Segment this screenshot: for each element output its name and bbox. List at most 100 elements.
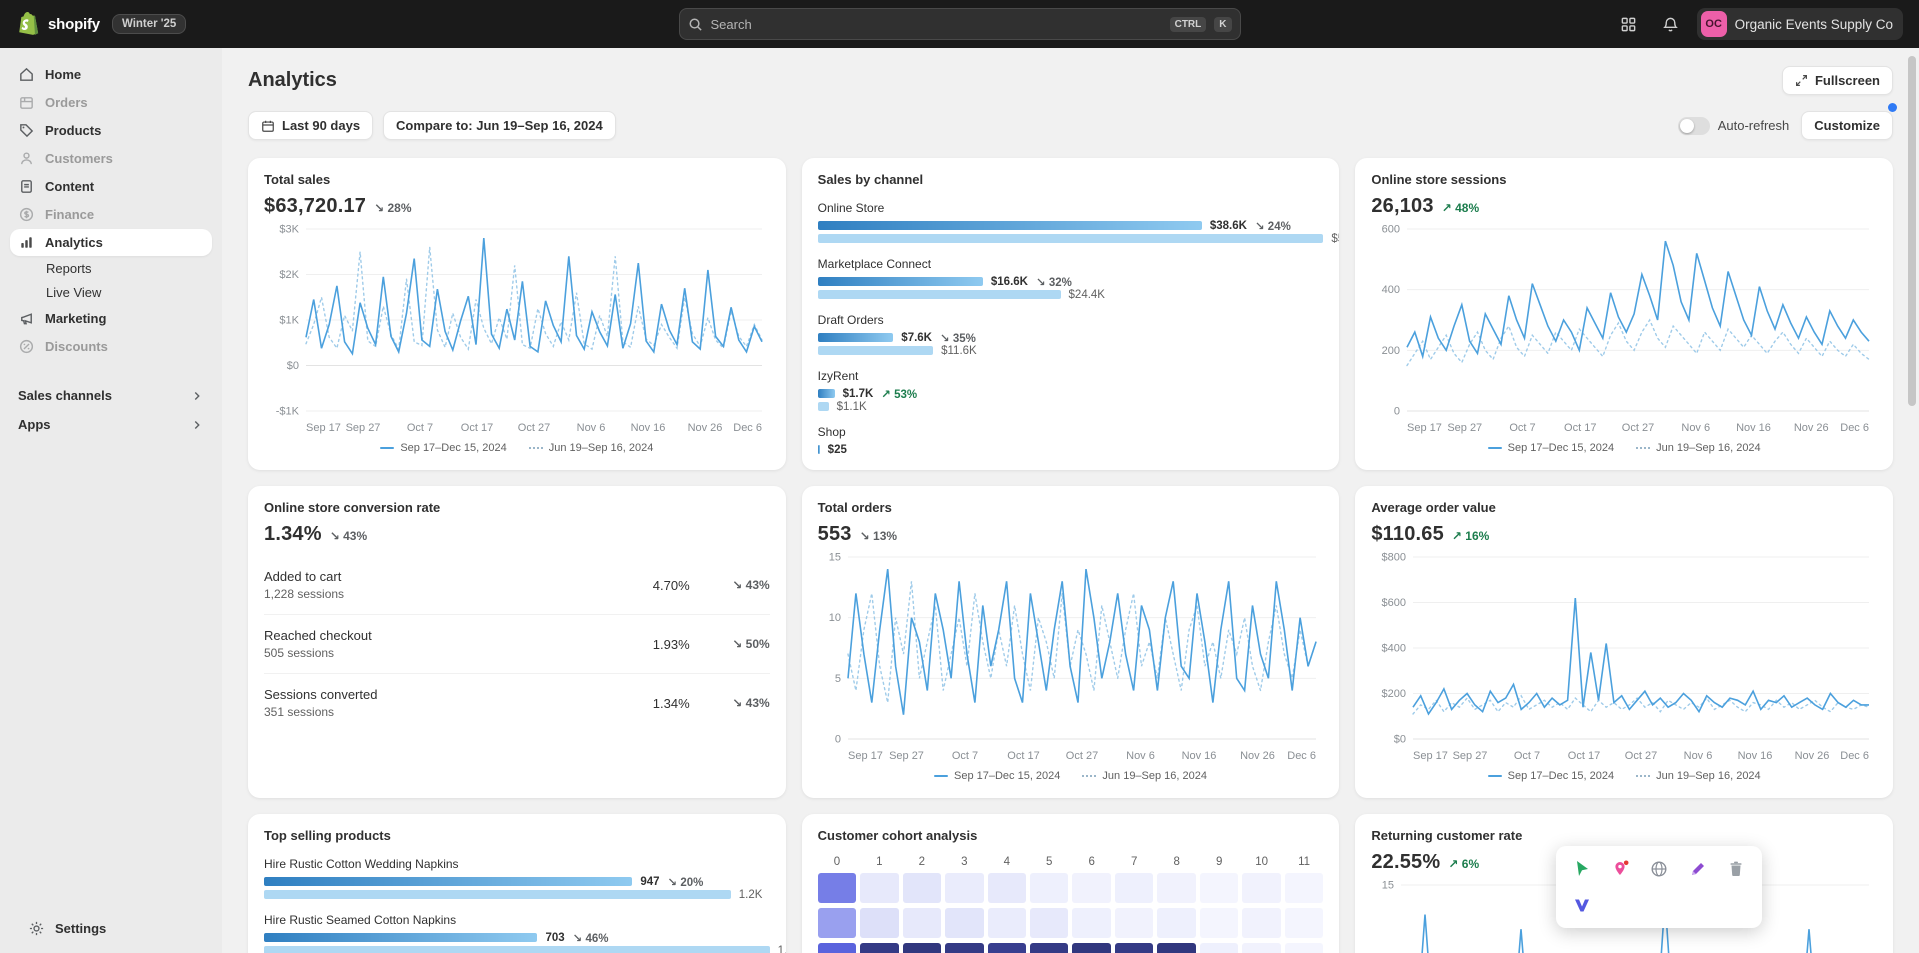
auto-refresh-toggle[interactable]	[1678, 117, 1710, 135]
sidebar-item-home[interactable]: Home	[10, 61, 212, 88]
cohort-cell[interactable]	[1200, 873, 1238, 903]
previous-bar-line: $24.4K	[818, 288, 1324, 301]
search-input[interactable]: Search CTRL K	[679, 8, 1241, 40]
cohort-cell[interactable]	[1157, 873, 1195, 903]
cohort-cell[interactable]	[1157, 943, 1195, 953]
fullscreen-button[interactable]: Fullscreen	[1782, 66, 1893, 95]
customers-icon	[18, 150, 35, 167]
sidebar-item-products[interactable]: Products	[10, 117, 212, 144]
version-badge[interactable]: Winter '25	[112, 14, 186, 34]
card-title[interactable]: Average order value	[1371, 500, 1877, 515]
date-range-label: Last 90 days	[282, 118, 360, 133]
cohort-cell[interactable]	[903, 908, 941, 938]
analytics-icon	[18, 234, 35, 251]
sidebar-item-customers[interactable]: Customers	[10, 145, 212, 172]
cohort-cell[interactable]	[1285, 908, 1323, 938]
cohort-cell[interactable]	[1030, 943, 1068, 953]
cohort-cell[interactable]	[818, 943, 856, 953]
account-menu[interactable]: OC Organic Events Supply Co	[1697, 8, 1903, 40]
cohort-cell[interactable]	[860, 943, 898, 953]
cohort-cell[interactable]	[1072, 873, 1110, 903]
sidebar-section-sales-channels[interactable]: Sales channels	[10, 382, 212, 409]
sidebar-item-discounts[interactable]: Discounts	[10, 333, 212, 360]
cohort-cell[interactable]	[1030, 873, 1068, 903]
card-title[interactable]: Online store conversion rate	[264, 500, 770, 515]
previous-period-marker	[1082, 775, 1096, 777]
card-title[interactable]: Online store sessions	[1371, 172, 1877, 187]
vertical-scrollbar[interactable]	[1908, 56, 1916, 406]
cohort-cell[interactable]	[860, 873, 898, 903]
cohort-cell[interactable]	[818, 873, 856, 903]
cohort-cell[interactable]	[988, 908, 1026, 938]
sidebar-item-label: Products	[45, 123, 101, 138]
globe-icon[interactable]	[1642, 853, 1676, 885]
cohort-cell[interactable]	[945, 873, 983, 903]
previous-bar	[818, 402, 829, 411]
cohort-cell[interactable]	[1157, 908, 1195, 938]
sidebar-item-settings[interactable]: Settings	[20, 915, 202, 942]
content-icon	[18, 178, 35, 195]
card-title[interactable]: Total sales	[264, 172, 770, 187]
sessions-chart: 6004002000Sep 17Sep 27Oct 7Oct 17Oct 27N…	[1371, 222, 1877, 435]
cohort-cell[interactable]	[1115, 873, 1153, 903]
cohort-cell[interactable]	[860, 908, 898, 938]
cohort-cell[interactable]	[1030, 908, 1068, 938]
current-bar-line: $1.7K↗ 53%	[818, 387, 1324, 400]
cohort-cell[interactable]	[1200, 943, 1238, 953]
cohort-cell[interactable]	[1200, 908, 1238, 938]
cohort-cell[interactable]	[1072, 943, 1110, 953]
card-title[interactable]: Returning customer rate	[1371, 828, 1877, 843]
card-title[interactable]: Customer cohort analysis	[818, 828, 1324, 843]
card-title[interactable]: Total orders	[818, 500, 1324, 515]
cohort-cell[interactable]	[945, 908, 983, 938]
sidebar-item-label: Live View	[46, 285, 101, 300]
pen-icon[interactable]	[1681, 853, 1715, 885]
cohort-cell[interactable]	[1072, 908, 1110, 938]
sidebar-item-live-view[interactable]: Live View	[10, 281, 212, 304]
sidebar-item-finance[interactable]: Finance	[10, 201, 212, 228]
cohort-cell[interactable]	[818, 908, 856, 938]
notifications-bell-icon[interactable]	[1655, 8, 1687, 40]
extension-logo-icon[interactable]	[1565, 889, 1599, 921]
cohort-row	[818, 943, 1324, 953]
svg-text:Nov 6: Nov 6	[1684, 750, 1713, 762]
shopify-wordmark: shopify	[48, 16, 100, 33]
sidebar-item-orders[interactable]: Orders	[10, 89, 212, 116]
cohort-cell[interactable]	[903, 943, 941, 953]
pin-icon[interactable]	[1604, 853, 1638, 885]
shopify-logo[interactable]: shopify	[16, 11, 100, 37]
customize-button[interactable]: Customize	[1801, 111, 1893, 140]
date-range-button[interactable]: Last 90 days	[248, 111, 373, 140]
sidebar-section-apps[interactable]: Apps	[10, 411, 212, 438]
card-title[interactable]: Top selling products	[264, 828, 770, 843]
card-title[interactable]: Sales by channel	[818, 172, 1324, 187]
sidebar-item-reports[interactable]: Reports	[10, 257, 212, 280]
store-name: Organic Events Supply Co	[1735, 17, 1893, 32]
cohort-cell[interactable]	[1115, 943, 1153, 953]
cohort-cell[interactable]	[1115, 908, 1153, 938]
cursor-icon[interactable]	[1565, 853, 1599, 885]
cohort-cell[interactable]	[988, 943, 1026, 953]
apps-grid-icon[interactable]	[1613, 8, 1645, 40]
svg-text:-$1K: -$1K	[276, 406, 300, 418]
trash-icon[interactable]	[1719, 853, 1753, 885]
cohort-cell[interactable]	[988, 873, 1026, 903]
topbar: shopify Winter '25 Search CTRL K OC Orga…	[0, 0, 1919, 48]
cohort-cell[interactable]	[1242, 943, 1280, 953]
funnel-step-sessions: 505 sessions	[264, 646, 580, 660]
cohort-cell[interactable]	[1242, 908, 1280, 938]
sidebar-item-marketing[interactable]: Marketing	[10, 305, 212, 332]
sidebar-item-content[interactable]: Content	[10, 173, 212, 200]
cohort-cell[interactable]	[945, 943, 983, 953]
svg-text:$200: $200	[1382, 688, 1406, 700]
svg-text:Nov 16: Nov 16	[1738, 750, 1773, 762]
cohort-column-label: 10	[1242, 856, 1280, 868]
compare-button[interactable]: Compare to: Jun 19–Sep 16, 2024	[383, 111, 616, 140]
funnel-step-sessions: 351 sessions	[264, 705, 580, 719]
bar-delta: ↗ 53%	[881, 387, 917, 401]
sidebar-item-analytics[interactable]: Analytics	[10, 229, 212, 256]
cohort-cell[interactable]	[1285, 943, 1323, 953]
cohort-cell[interactable]	[1242, 873, 1280, 903]
cohort-cell[interactable]	[903, 873, 941, 903]
cohort-cell[interactable]	[1285, 873, 1323, 903]
